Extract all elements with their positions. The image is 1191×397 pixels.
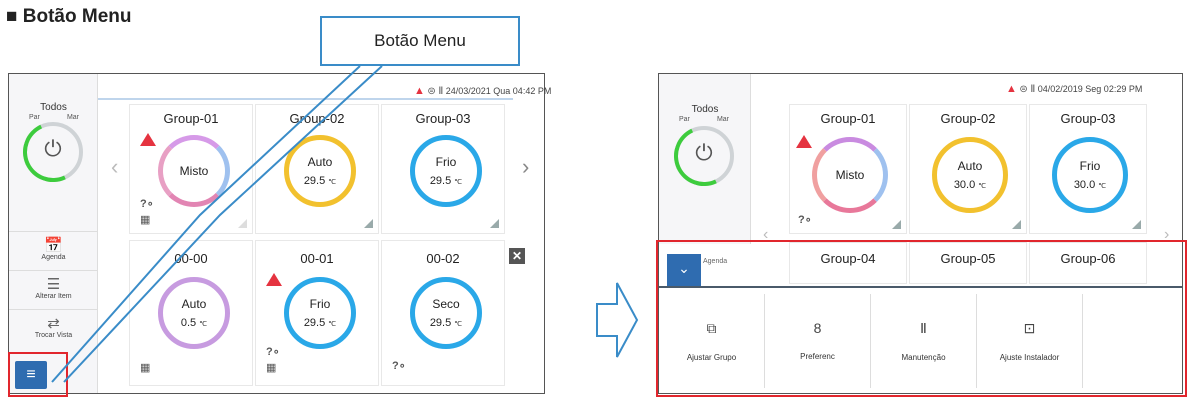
callout-connector	[51, 65, 383, 383]
callout-box: Botão Menu	[320, 16, 520, 66]
callout-label: Botão Menu	[374, 31, 466, 50]
